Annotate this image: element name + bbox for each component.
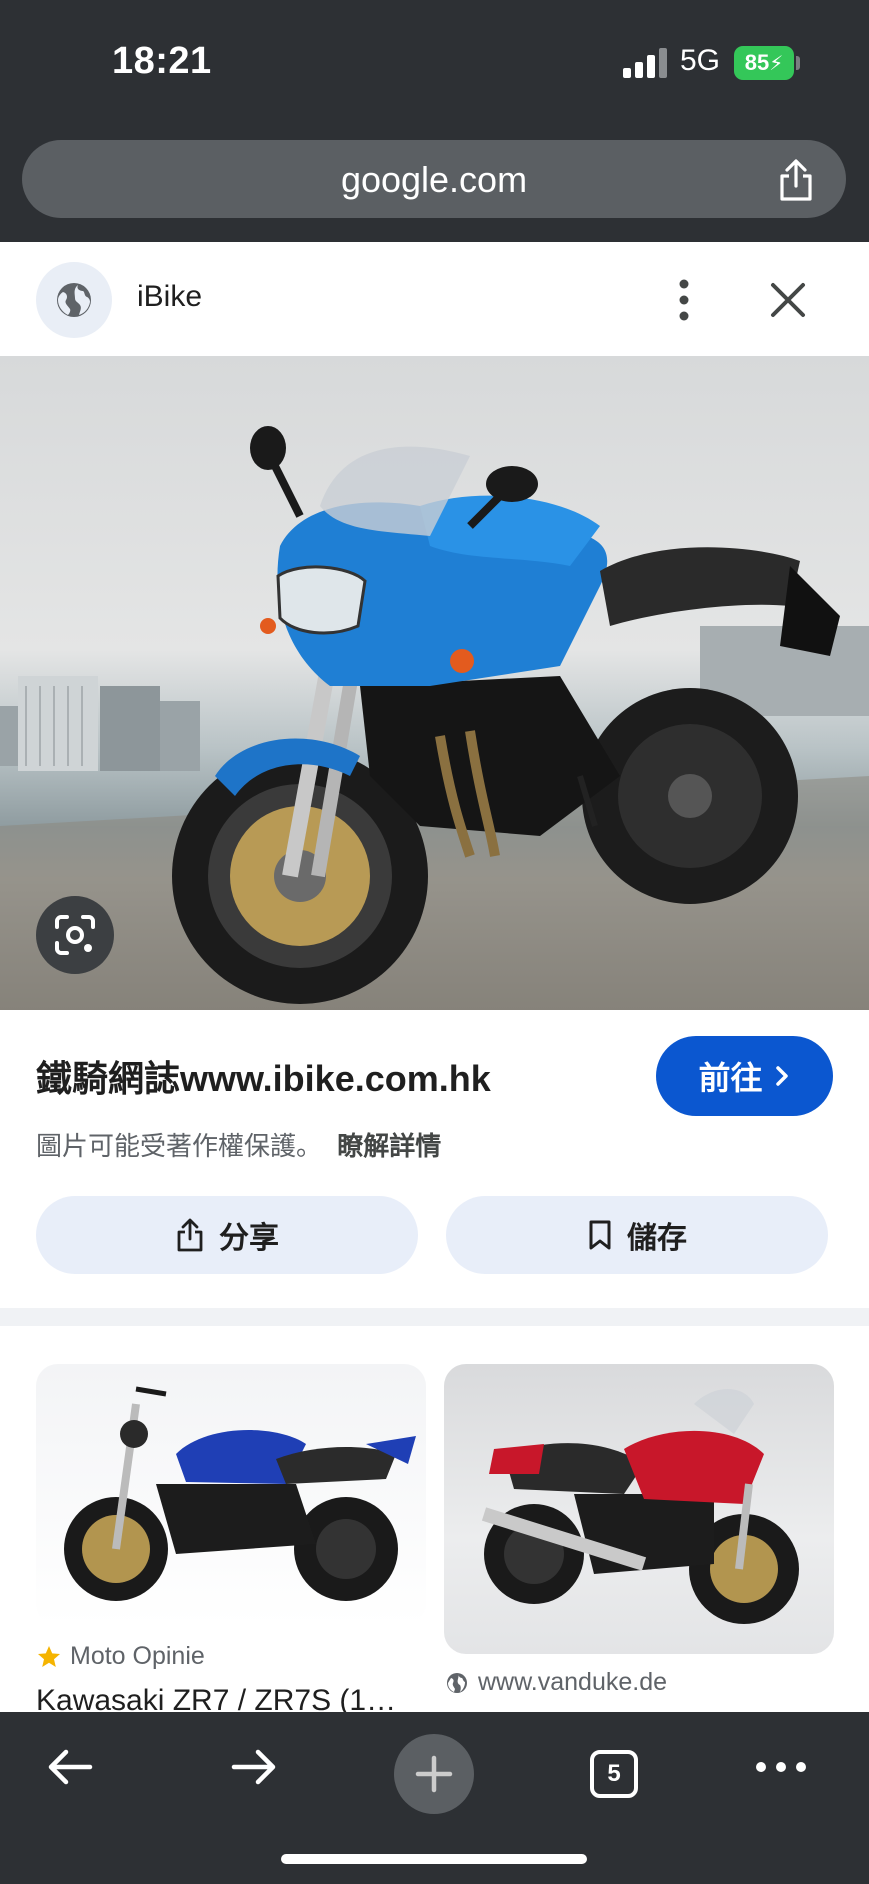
- network-type: 5G: [680, 44, 721, 77]
- plus-icon: [415, 1755, 453, 1793]
- learn-more-link[interactable]: 瞭解詳情: [337, 1131, 441, 1161]
- copyright-text: 圖片可能受著作權保護。: [36, 1131, 323, 1161]
- blue-motorcycle-thumbnail: [64, 1386, 416, 1601]
- motorcycle-illustration: [0, 426, 869, 1010]
- share-label: 分享: [219, 1222, 279, 1255]
- back-icon[interactable]: [44, 1740, 98, 1794]
- tab-switcher[interactable]: 5: [590, 1750, 638, 1798]
- lens-icon: [55, 915, 95, 955]
- related-source-2[interactable]: www.vanduke.de: [446, 1668, 667, 1697]
- related-source-2-name: www.vanduke.de: [478, 1668, 668, 1696]
- related-source-1-name: Moto Opinie: [70, 1642, 205, 1670]
- related-image-2[interactable]: [444, 1364, 834, 1654]
- site-name[interactable]: iBike: [137, 280, 202, 314]
- bookmark-icon: [589, 1220, 611, 1250]
- share-icon: [177, 1218, 203, 1252]
- globe-icon: [57, 283, 91, 317]
- more-vert-icon[interactable]: [670, 276, 698, 324]
- battery-nub: [796, 56, 800, 70]
- home-indicator: [281, 1854, 587, 1864]
- more-horiz-icon[interactable]: [754, 1756, 808, 1778]
- related-image-1[interactable]: [36, 1364, 426, 1626]
- site-favicon: [36, 262, 112, 338]
- battery-indicator: 85 ⚡: [734, 46, 794, 80]
- url-text[interactable]: google.com: [22, 159, 846, 201]
- share-button[interactable]: 分享: [36, 1196, 418, 1274]
- hero-image[interactable]: [0, 356, 869, 1010]
- globe-icon: [447, 1672, 467, 1693]
- result-title[interactable]: 鐵騎網誌www.ibike.com.hk: [36, 1050, 491, 1102]
- red-motorcycle-thumbnail: [481, 1389, 799, 1624]
- forward-icon[interactable]: [226, 1740, 280, 1794]
- star-icon: [38, 1645, 60, 1667]
- share-icon[interactable]: [776, 158, 816, 202]
- new-tab-button[interactable]: [394, 1734, 474, 1814]
- charging-icon: ⚡: [769, 52, 784, 75]
- save-label: 儲存: [627, 1222, 687, 1255]
- panel-header: iBike: [0, 242, 869, 356]
- save-button[interactable]: 儲存: [446, 1196, 828, 1274]
- related-source-1[interactable]: Moto Opinie: [36, 1642, 205, 1671]
- lens-button[interactable]: [36, 896, 114, 974]
- section-divider: [0, 1308, 869, 1326]
- top-chrome: 18:21 5G 85 ⚡ google.com: [0, 0, 869, 242]
- signal-icon: [623, 48, 667, 78]
- visit-label: 前往: [698, 1060, 763, 1096]
- visit-button[interactable]: 前往: [656, 1036, 833, 1116]
- status-time: 18:21: [112, 40, 212, 82]
- battery-level: 85: [744, 50, 770, 75]
- address-bar[interactable]: google.com: [22, 140, 846, 218]
- copyright-notice: 圖片可能受著作權保護。 瞭解詳情: [36, 1126, 441, 1163]
- close-icon[interactable]: [766, 278, 810, 322]
- chevron-right-icon: [775, 1066, 788, 1086]
